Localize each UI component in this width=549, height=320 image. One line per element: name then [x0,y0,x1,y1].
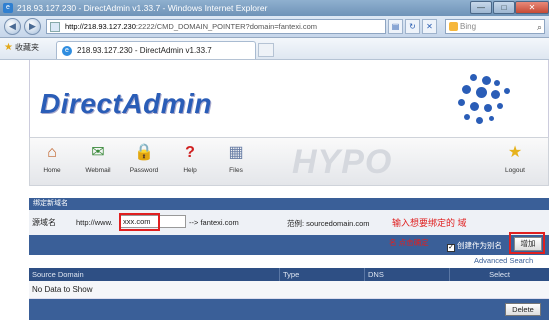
new-tab-button[interactable] [258,43,274,57]
logo-dots-icon [434,74,514,130]
tab-title: 218.93.127.230 - DirectAdmin v1.33.7 [77,46,212,55]
http-prefix: http://www. [76,218,113,227]
stop-icon[interactable]: ✕ [422,19,437,34]
address-actions: ▤ ↻ ✕ [388,19,440,34]
nav-files-label: Files [229,167,243,174]
example-text: 范例: sourcedomain.com [287,219,370,228]
nav-webmail-label: Webmail [85,167,111,174]
skin-watermark: HYPO [292,143,393,181]
nav-help[interactable]: ? Help [170,142,210,174]
star-icon: ★ [4,42,13,53]
nav-webmail[interactable]: ✉ Webmail [78,142,118,174]
nav-iconbar: HYPO ⌂ Home ✉ Webmail 🔒 Password ? Help … [29,137,549,186]
lock-icon: 🔒 [134,144,154,161]
search-icon[interactable]: ⌕ [537,21,542,34]
minimize-button[interactable]: — [470,1,492,14]
bing-icon [449,22,458,31]
col-dns[interactable]: DNS [364,268,449,281]
ie-icon: e [3,3,13,13]
forward-button[interactable]: ▶ [24,18,41,35]
help-icon: ? [185,144,195,161]
col-select[interactable]: Select [449,268,549,281]
tab-ie-icon: e [62,46,72,56]
alias-label: 创建作为别名 [457,241,502,250]
domain-label: 源域名 [32,218,56,227]
nav-logout[interactable]: ★ Logout [495,142,535,174]
browser-tab[interactable]: e 218.93.127.230 - DirectAdmin v1.33.7 [56,41,256,59]
nav-password[interactable]: 🔒 Password [124,142,164,174]
nav-home-label: Home [43,167,61,174]
nav-logout-label: Logout [505,167,525,174]
section-title: 绑定新域名 [29,198,549,210]
target-domain: --> fantexi.com [189,218,239,227]
nav-help-label: Help [183,167,197,174]
page-content: DirectAdmin HYPO ⌂ Home ✉ Webmail 🔒 Pass… [0,60,549,320]
highlight-box-input [119,213,160,231]
delete-button[interactable]: Delete [505,303,541,316]
highlight-box-add [509,232,545,254]
col-source-domain[interactable]: Source Domain [29,268,279,281]
url-field[interactable]: http://218.93.127.230:2222/CMD_DOMAIN_PO… [46,19,386,34]
alias-option[interactable]: ✓ 创建作为别名 [447,240,502,252]
nav-home[interactable]: ⌂ Home [32,142,72,174]
table-footer: Delete [29,299,549,320]
url-path: :2222/CMD_DOMAIN_POINTER?domain=fantexi.… [135,22,318,31]
page-icon [50,22,60,32]
empty-table-message: No Data to Show [29,281,549,299]
annotation-alias: 名 点击确定 [389,238,429,247]
search-box[interactable]: Bing ⌕ [445,19,545,34]
favorites-bar: ★ 收藏夹 e 218.93.127.230 - DirectAdmin v1.3… [0,38,549,60]
favorites-button[interactable]: ★ 收藏夹 [4,42,39,53]
webmail-icon: ✉ [91,144,105,161]
col-type[interactable]: Type [279,268,364,281]
address-toolbar: ◀ ▶ http://218.93.127.230:2222/CMD_DOMAI… [0,16,549,38]
compat-icon[interactable]: ▤ [388,19,403,34]
form-action-bar: 名 点击确定 ✓ 创建作为别名 增加 [29,232,549,255]
nav-files[interactable]: ▦ Files [216,142,256,174]
directadmin-logo[interactable]: DirectAdmin [40,88,212,120]
header-banner: DirectAdmin [29,60,549,137]
back-button[interactable]: ◀ [4,18,21,35]
home-icon: ⌂ [47,144,57,161]
refresh-icon[interactable]: ↻ [405,19,420,34]
nav-password-label: Password [129,167,159,174]
window-title: 218.93.127.230 - DirectAdmin v1.33.7 - W… [17,3,268,13]
advanced-search-link[interactable]: Advanced Search [474,256,533,265]
search-placeholder: Bing [460,22,477,31]
table-header: Source Domain Type DNS Select [29,268,549,281]
alias-checkbox[interactable]: ✓ [447,244,455,252]
maximize-button[interactable]: □ [493,1,515,14]
url-host: http://218.93.127.230 [65,22,136,31]
annotation-input: 输入想要绑定的 域 [392,218,467,228]
files-icon: ▦ [228,144,244,161]
left-margin [0,60,29,320]
favorites-label: 收藏夹 [14,43,39,52]
close-button[interactable]: ✕ [515,1,549,14]
window-titlebar: e 218.93.127.230 - DirectAdmin v1.33.7 -… [0,0,549,16]
domain-form-row: 源域名 http://www. xxx.com --> fantexi.com … [29,210,549,235]
logout-star-icon: ★ [507,144,523,161]
